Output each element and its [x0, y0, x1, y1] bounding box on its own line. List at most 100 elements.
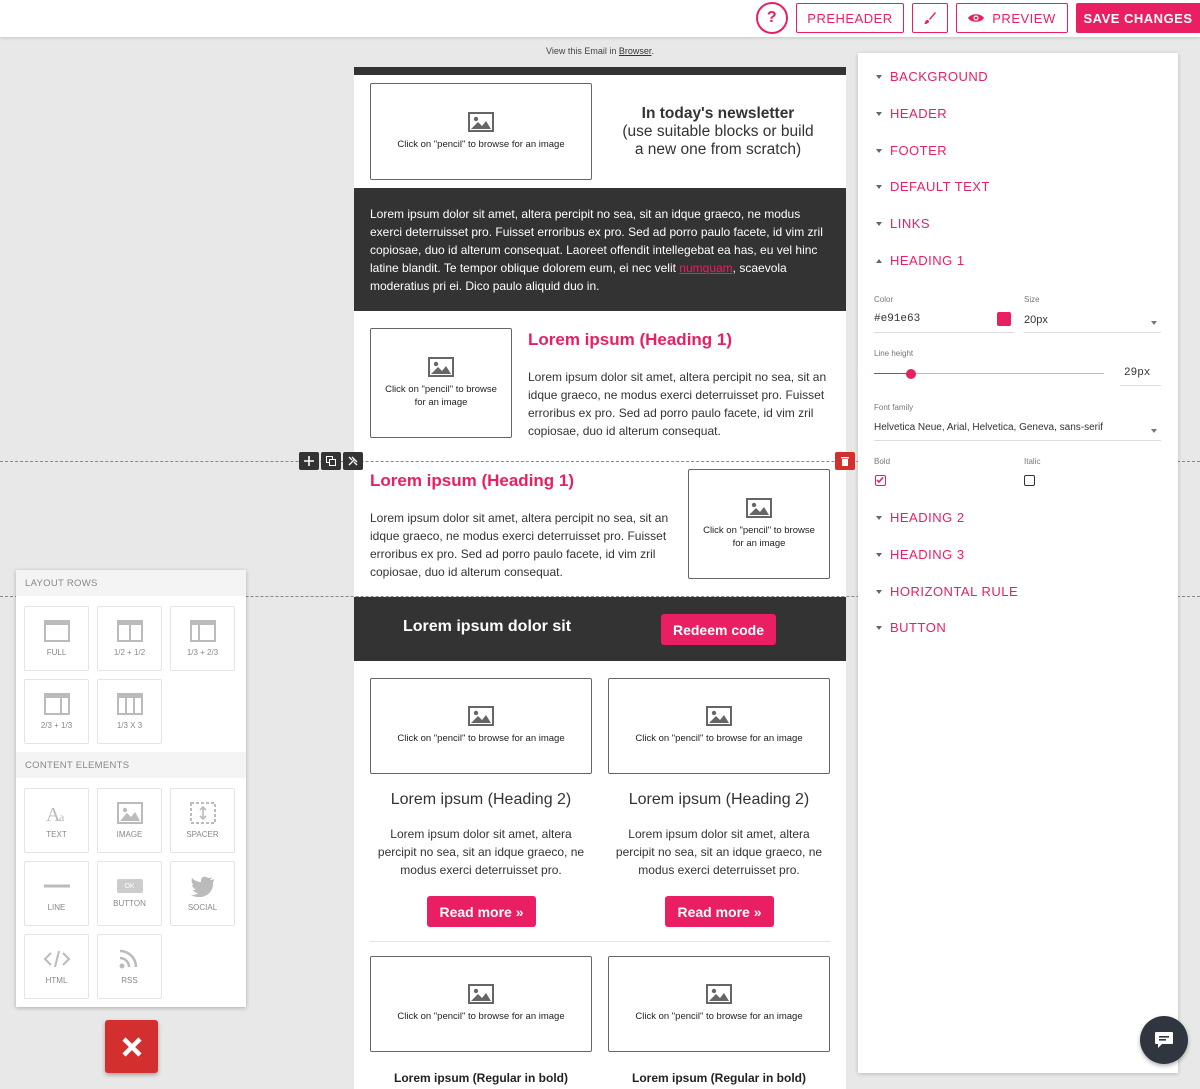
tile-label: SPACER	[186, 830, 219, 839]
button-element-tile[interactable]: OK BUTTON	[97, 861, 162, 926]
row-settings-button[interactable]	[343, 452, 363, 470]
layout-full-icon	[43, 620, 70, 642]
delete-row-button[interactable]	[835, 452, 855, 470]
read-more-button[interactable]: Read more »	[665, 896, 774, 927]
layout-twothirds-third-tile[interactable]: 2/3 + 1/3	[24, 679, 89, 744]
section-footer[interactable]: FOOTER	[876, 143, 947, 158]
chat-button[interactable]	[1140, 1016, 1188, 1064]
duplicate-row-button[interactable]	[321, 452, 341, 470]
italic-checkbox[interactable]	[1024, 475, 1035, 486]
paragraph[interactable]: Lorem ipsum dolor sit amet, altera perci…	[528, 368, 828, 440]
layout-half-half-tile[interactable]: 1/2 + 1/2	[97, 606, 162, 671]
read-more-button[interactable]: Read more »	[427, 896, 536, 927]
dark-text-link[interactable]: numquam	[679, 261, 732, 275]
heading-2[interactable]: Lorem ipsum (Heading 2)	[370, 791, 592, 809]
paragraph[interactable]: Lorem ipsum dolor sit amet, altera perci…	[370, 509, 670, 581]
style-brush-button[interactable]	[912, 3, 948, 33]
section-header[interactable]: HEADER	[876, 106, 947, 121]
cta-block[interactable]: Lorem ipsum dolor sit Redeem code	[354, 597, 846, 661]
section-background[interactable]: BACKGROUND	[876, 69, 988, 84]
dark-text-block[interactable]: Lorem ipsum dolor sit amet, altera perci…	[354, 188, 846, 311]
email-canvas: Click on "pencil" to browse for an image…	[354, 67, 846, 1089]
view-in-browser: View this Email in Browser.	[354, 46, 846, 56]
tile-label: RSS	[121, 976, 138, 985]
dropdown-arrow-icon	[1151, 321, 1157, 325]
image-placeholder[interactable]: Click on "pencil" to browse for an image	[370, 83, 592, 180]
line-height-value[interactable]: 29px	[1124, 367, 1150, 379]
image-placeholder-text: Click on "pencil" to browse for an image	[635, 733, 803, 745]
size-label: Size	[1024, 295, 1040, 304]
heading-1[interactable]: Lorem ipsum (Heading 1)	[370, 471, 574, 491]
tile-label: HTML	[45, 976, 68, 985]
font-family-select[interactable]: Helvetica Neue, Arial, Helvetica, Geneva…	[874, 422, 1103, 433]
line-element-tile[interactable]: LINE	[24, 861, 89, 926]
html-element-tile[interactable]: HTML	[24, 934, 89, 999]
text-element-tile[interactable]: Aa TEXT	[24, 788, 89, 853]
image-placeholder[interactable]: Click on "pencil" to browse for an image	[370, 328, 512, 438]
image-placeholder[interactable]: Click on "pencil" to browse for an image	[608, 956, 830, 1052]
color-input[interactable]: #e91e63	[874, 313, 920, 325]
preheader-button[interactable]: PREHEADER	[796, 3, 904, 33]
trash-icon	[841, 457, 849, 466]
spacer-icon	[189, 802, 216, 824]
section-heading-2[interactable]: HEADING 2	[876, 510, 965, 525]
tile-label: 1/3 + 2/3	[186, 648, 219, 657]
image-placeholder[interactable]: Click on "pencil" to browse for an image	[608, 678, 830, 774]
font-family-label: Font family	[874, 403, 914, 412]
paragraph[interactable]: Lorem ipsum dolor sit amet, altera perci…	[370, 825, 592, 879]
heading-1[interactable]: Lorem ipsum (Heading 1)	[528, 330, 732, 350]
collapse-icon	[876, 552, 882, 557]
layout-third-twothirds-tile[interactable]: 1/3 + 2/3	[170, 606, 235, 671]
top-toolbar: ? PREHEADER PREVIEW SAVE CHANGES	[0, 0, 1200, 37]
spacer-element-tile[interactable]: SPACER	[170, 788, 235, 853]
tile-label: TEXT	[46, 830, 67, 839]
section-label: HORIZONTAL RULE	[890, 584, 1019, 599]
font-family-underline	[874, 440, 1161, 441]
social-element-tile[interactable]: SOCIAL	[170, 861, 235, 926]
paragraph[interactable]: Lorem ipsum dolor sit amet, altera perci…	[608, 825, 830, 879]
image-placeholder[interactable]: Click on "pencil" to browse for an image	[370, 678, 592, 774]
section-links[interactable]: LINKS	[876, 216, 930, 231]
section-heading-1[interactable]: HEADING 1	[876, 253, 965, 268]
settings-panel: BACKGROUND HEADER FOOTER DEFAULT TEXT LI…	[858, 53, 1178, 1073]
image-icon	[116, 802, 143, 824]
image-placeholder-text: Click on "pencil" to browse for an image	[397, 1011, 565, 1023]
image-icon	[428, 356, 454, 377]
rss-icon	[119, 949, 137, 969]
section-button[interactable]: BUTTON	[876, 620, 946, 635]
bold-checkbox[interactable]	[875, 475, 886, 486]
twitter-icon	[190, 876, 214, 897]
image-placeholder[interactable]: Click on "pencil" to browse for an image	[688, 469, 830, 579]
newsletter-subtitle: (use suitable blocks or build a new one …	[622, 123, 814, 158]
image-element-tile[interactable]: IMAGE	[97, 788, 162, 853]
heading-2[interactable]: Lorem ipsum (Heading 2)	[608, 791, 830, 809]
layout-three-columns-tile[interactable]: 1/3 X 3	[97, 679, 162, 744]
move-row-button[interactable]	[299, 452, 319, 470]
section-label: LINKS	[890, 216, 931, 231]
color-underline	[874, 332, 1014, 333]
layout-full-tile[interactable]: FULL	[24, 606, 89, 671]
preview-label: PREVIEW	[992, 10, 1056, 26]
bold-text[interactable]: Lorem ipsum (Regular in bold)	[370, 1071, 592, 1085]
color-label: Color	[874, 295, 894, 304]
image-placeholder[interactable]: Click on "pencil" to browse for an image	[370, 956, 592, 1052]
section-heading-3[interactable]: HEADING 3	[876, 547, 965, 562]
content-elements-header: CONTENT ELEMENTS	[16, 752, 246, 778]
color-swatch[interactable]	[997, 312, 1011, 326]
size-select[interactable]: 20px	[1024, 314, 1048, 326]
close-panel-button[interactable]	[105, 1020, 158, 1073]
browser-link[interactable]: Browser	[619, 46, 652, 56]
close-icon	[121, 1036, 142, 1057]
section-label: HEADING 3	[890, 547, 965, 562]
collapse-icon	[876, 111, 882, 116]
help-button[interactable]: ?	[756, 2, 788, 34]
bold-text[interactable]: Lorem ipsum (Regular in bold)	[608, 1071, 830, 1085]
line-height-slider-handle[interactable]	[906, 369, 916, 379]
save-changes-button[interactable]: SAVE CHANGES	[1076, 3, 1200, 33]
section-horizontal-rule[interactable]: HORIZONTAL RULE	[876, 584, 1018, 599]
section-default-text[interactable]: DEFAULT TEXT	[876, 179, 990, 194]
redeem-code-button[interactable]: Redeem code	[661, 614, 776, 645]
rss-element-tile[interactable]: RSS	[97, 934, 162, 999]
tile-label: 1/3 X 3	[116, 721, 143, 730]
preview-button[interactable]: PREVIEW	[956, 3, 1068, 33]
